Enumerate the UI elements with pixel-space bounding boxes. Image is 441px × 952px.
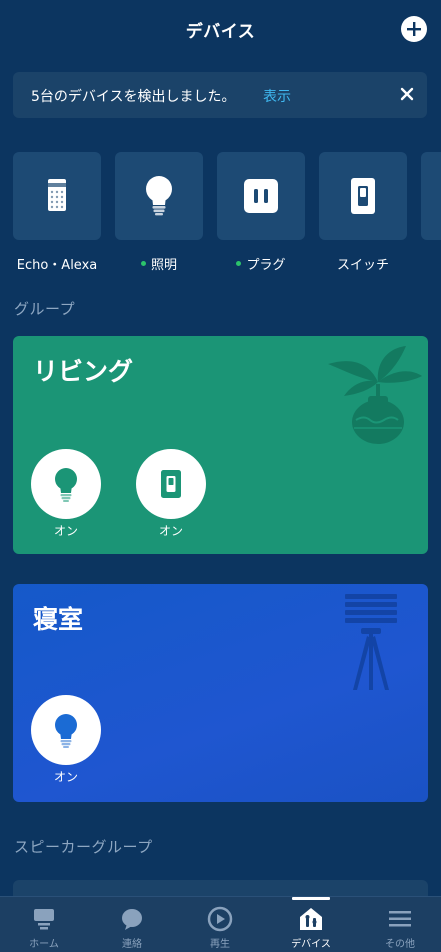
switch-icon [351,178,375,214]
status-dot [236,261,242,266]
bottom-tab-bar: ホーム 連絡 再生 デバイス その他 [0,896,441,952]
status-dot [140,261,146,266]
tab-label: 連絡 [122,939,142,950]
device-categories: Echo・Alexa 照明 プラグ スイッチ [13,152,441,272]
category-plug[interactable]: プラグ [217,152,305,272]
tab-label: ホーム [29,939,59,950]
menu-icon [389,911,411,927]
tab-label: デバイス [291,939,331,950]
groups-section-title: グループ [14,300,76,318]
close-icon[interactable] [399,86,415,102]
group-card-living[interactable]: リビング オン オン [13,336,428,554]
switch-icon [161,470,181,498]
group-name: リビング [33,357,134,386]
plug-icon [244,179,278,213]
group-card-bedroom[interactable]: 寝室 オン [13,584,428,802]
device-toggle-light[interactable] [31,449,101,519]
tab-communicate[interactable]: 連絡 [88,897,176,952]
group-name: 寝室 [33,605,84,634]
category-tile[interactable] [13,152,101,240]
category-tile[interactable] [217,152,305,240]
lightbulb-icon [146,176,172,216]
tab-devices[interactable]: デバイス [267,897,355,952]
category-lighting[interactable]: 照明 [115,152,203,272]
tab-label: 再生 [210,939,230,950]
chat-bubble-icon [122,909,142,930]
play-icon [207,906,233,932]
plant-vase-icon [328,346,422,444]
tab-label: その他 [385,939,415,950]
device-toggle-light[interactable] [31,695,101,765]
category-label: スイッチ [336,258,389,272]
home-icon [34,909,54,930]
header: デバイス [0,0,441,60]
echo-speaker-icon [48,179,66,211]
category-label: プラグ [217,254,305,272]
floor-lamp-icon [345,594,397,690]
page-title: デバイス [185,22,256,42]
tab-home[interactable]: ホーム [0,897,88,952]
category-label: 照明 [115,254,203,272]
discovery-banner: 5台のデバイスを検出しました。 表示 [13,72,427,118]
banner-show-link[interactable]: 表示 [263,86,291,106]
lightbulb-icon [55,468,77,502]
device-state-label: オン [158,524,183,538]
device-toggle-switch[interactable] [136,449,206,519]
device-state-label: オン [53,770,78,784]
category-tile[interactable] [115,152,203,240]
speaker-groups-section-title: スピーカーグループ [14,838,153,856]
banner-message: 5台のデバイスを検出しました。 [31,89,236,105]
category-tile[interactable] [319,152,407,240]
add-device-button[interactable] [401,16,427,42]
devices-icon [300,908,322,930]
lightbulb-icon [55,714,77,748]
tab-more[interactable]: その他 [356,897,441,952]
category-tile[interactable] [421,152,441,240]
category-echo-alexa[interactable]: Echo・Alexa [13,152,101,272]
category-label: Echo・Alexa [16,258,98,272]
plus-icon [407,22,421,36]
category-switch[interactable]: スイッチ [319,152,407,272]
category-more[interactable] [421,152,441,240]
tab-play[interactable]: 再生 [176,897,264,952]
device-state-label: オン [53,524,78,538]
